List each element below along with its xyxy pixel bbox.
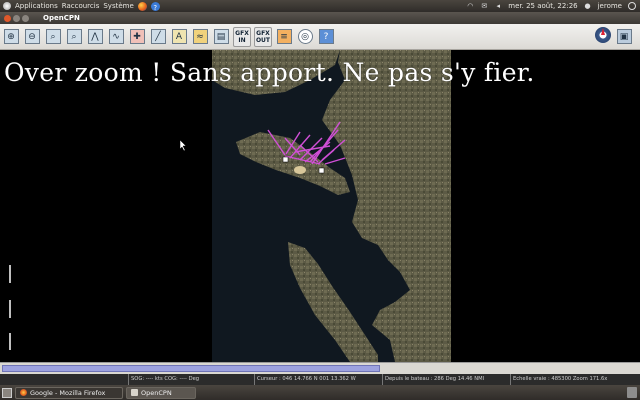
track-icon: ∿ (108, 29, 124, 44)
print-button[interactable]: ▤ (212, 27, 230, 47)
help-launcher-icon[interactable]: ? (150, 1, 160, 12)
trash-icon[interactable] (627, 387, 637, 398)
satellite-chart-map[interactable] (0, 50, 640, 362)
town-patch (294, 166, 306, 174)
window-title-bar[interactable]: OpenCPN (0, 12, 640, 24)
main-toolbar: ⊕ ⊖ ⌕ ⌕ ⋀ ∿ ✚ ╱ A ≈ ▤ GFX IN GFX OUT ≡ ◎… (0, 24, 640, 50)
help-button[interactable]: ? (317, 27, 335, 47)
user-name[interactable]: jerome (598, 2, 622, 10)
gps-status-icon: ▣ (616, 29, 632, 44)
man-overboard-icon: ✚ (129, 29, 145, 44)
close-window-button[interactable] (4, 14, 11, 22)
menu-applications[interactable]: Applications (15, 0, 58, 12)
ubuntu-logo-icon[interactable] (3, 2, 11, 10)
overzoom-warning: Over zoom ! Sans apport. Ne pas s'y fier… (4, 58, 535, 87)
route-icon: ⋀ (87, 29, 103, 44)
menu-systeme[interactable]: Système (103, 0, 133, 12)
connection-button[interactable]: ▣ (615, 27, 633, 47)
scale-out-button[interactable]: ⌕ (65, 27, 83, 47)
gfx-in-button[interactable]: GFX IN (233, 26, 251, 47)
status-sog-cog: SOG: ---- kts COG: ---- Deg (128, 374, 254, 385)
chart-bar[interactable] (0, 362, 640, 374)
task-firefox[interactable]: Google - Mozilla Firefox (15, 386, 123, 399)
zoom-in-button[interactable]: ⊕ (2, 27, 20, 47)
tide-icon: ≈ (192, 29, 208, 44)
chart-canvas[interactable]: Over zoom ! Sans apport. Ne pas s'y fier… (0, 50, 640, 362)
measure-button[interactable]: ╱ (149, 27, 167, 47)
menu-raccourcis[interactable]: Raccourcis (62, 0, 100, 12)
zoom-out-button[interactable]: ⊖ (23, 27, 41, 47)
lifebuoy-button[interactable]: ◎ (296, 27, 314, 47)
user-icon: ● (584, 2, 591, 10)
compass-icon[interactable] (595, 26, 611, 43)
task-firefox-label: Google - Mozilla Firefox (30, 388, 106, 397)
lifebuoy-icon: ◎ (297, 29, 313, 44)
print-icon: ▤ (213, 29, 229, 44)
network-icon[interactable]: ◠ (466, 2, 474, 10)
window-title: OpenCPN (43, 14, 80, 22)
status-cursor-position: Curseur : 046 14.766 N 001 13.362 W (254, 374, 382, 385)
task-opencpn[interactable]: OpenCPN (126, 386, 196, 399)
chart-tide-button[interactable]: ≈ (191, 27, 209, 47)
layers-button[interactable]: ≡ (275, 27, 293, 47)
task-opencpn-label: OpenCPN (141, 388, 172, 397)
power-icon[interactable] (628, 2, 636, 10)
firefox-launcher-icon[interactable] (137, 1, 147, 11)
top-panel: Applications Raccourcis Système ? ◠ ✉ ◂ … (0, 0, 640, 12)
route-button[interactable]: ⋀ (86, 27, 104, 47)
bottom-taskbar: Google - Mozilla Firefox OpenCPN (0, 385, 640, 400)
show-desktop-icon[interactable] (2, 387, 12, 398)
status-blank (0, 374, 128, 385)
volume-icon[interactable]: ◂ (494, 2, 502, 10)
status-from-boat: Depuis le bateau : 286 Deg 14.46 NMI (382, 374, 510, 385)
text-button[interactable]: A (170, 27, 188, 47)
status-scale-zoom: Echelle vraie : 485300 Zoom 171.6x (510, 374, 640, 385)
man-overboard-button[interactable]: ✚ (128, 27, 146, 47)
opencpn-icon (131, 389, 138, 396)
text-icon: A (171, 29, 187, 44)
maximize-window-button[interactable] (22, 14, 29, 22)
clock[interactable]: mer. 25 août, 22:26 (508, 2, 577, 10)
status-bar: SOG: ---- kts COG: ---- Deg Curseur : 04… (0, 374, 640, 385)
firefox-icon (20, 389, 27, 396)
gfx-out-button[interactable]: GFX OUT (254, 26, 272, 47)
mouse-cursor-icon (179, 139, 187, 152)
layers-icon: ≡ (276, 29, 292, 44)
minimize-window-button[interactable] (13, 14, 20, 22)
help-icon: ? (318, 29, 334, 44)
zoom-out-icon: ⊖ (24, 29, 40, 44)
track-button[interactable]: ∿ (107, 27, 125, 47)
mail-icon[interactable]: ✉ (480, 2, 488, 10)
measure-icon: ╱ (150, 29, 166, 44)
scale-in-button[interactable]: ⌕ (44, 27, 62, 47)
chart-bar-fill[interactable] (2, 365, 381, 372)
zoom-in-icon: ⊕ (3, 29, 19, 44)
scale-out-icon: ⌕ (66, 29, 82, 44)
scale-in-icon: ⌕ (45, 29, 61, 44)
